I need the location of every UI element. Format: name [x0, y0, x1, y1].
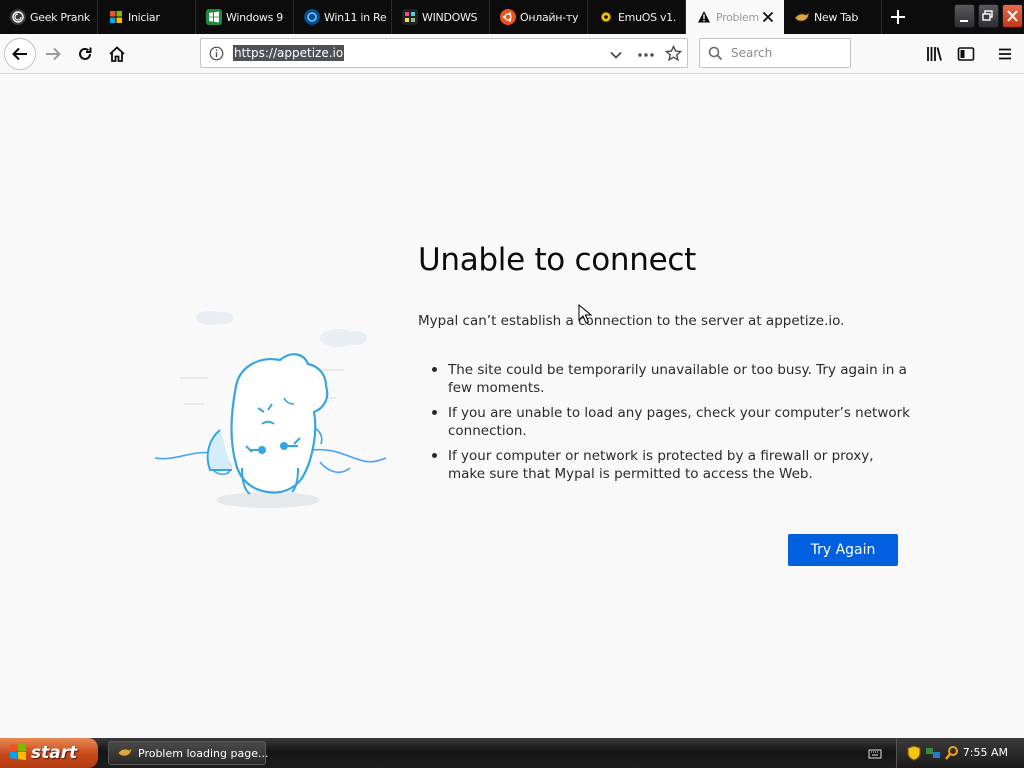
url-bar[interactable]: https://appetize.io	[200, 38, 688, 68]
bird-icon	[117, 744, 133, 763]
dark-grid-icon	[402, 9, 418, 25]
tab-label: Problem	[716, 10, 759, 24]
taskbar-window-button[interactable]: Problem loading page...	[108, 741, 269, 765]
taskbar-window-label: Problem loading page...	[138, 746, 269, 760]
search-placeholder: Search	[731, 46, 773, 60]
tab-iniciar[interactable]: Iniciar	[98, 0, 196, 34]
tab-problem-active[interactable]: Problem	[686, 0, 784, 34]
tab-label: EmuOS v1.	[618, 10, 677, 24]
sidebar-toggle-button[interactable]	[950, 38, 982, 70]
minimize-button[interactable]	[954, 4, 975, 28]
spiral-globe-icon	[10, 9, 26, 25]
reload-button[interactable]	[69, 38, 101, 70]
suggestion-text: If you are unable to load any pages, che…	[448, 405, 910, 439]
tab-label: Iniciar	[128, 10, 160, 24]
tab-label: New Tab	[814, 10, 859, 24]
tab-label: Win11 in Re	[324, 10, 387, 24]
close-tab-icon[interactable]	[760, 9, 776, 25]
error-description: Mypal can’t establish a connection to th…	[418, 313, 845, 329]
error-title: Unable to connect	[418, 242, 697, 278]
error-suggestions-list: The site could be temporarily unavailabl…	[432, 361, 910, 490]
system-tray: 7:55 AM	[896, 738, 1024, 768]
chevron-down-icon[interactable]	[609, 47, 623, 66]
page-actions-menu-icon[interactable]	[637, 47, 655, 66]
tab-win11[interactable]: Win11 in Re	[294, 0, 392, 34]
magnifier-icon[interactable]	[944, 745, 960, 765]
tab-online[interactable]: Онлайн-ту	[490, 0, 588, 34]
search-field[interactable]: Search	[699, 38, 851, 68]
bookmark-star-icon[interactable]	[664, 44, 683, 66]
bird-icon	[794, 9, 810, 25]
tab-strip: Geek Prank Iniciar Windows 9 Win11 in Re…	[0, 0, 1024, 34]
windows-logo-icon	[9, 742, 27, 764]
hamburger-menu-button[interactable]	[989, 38, 1021, 70]
tab-label: Онлайн-ту	[520, 10, 579, 24]
list-item: The site could be temporarily unavailabl…	[432, 361, 910, 397]
network-icon[interactable]	[925, 745, 941, 765]
try-again-button[interactable]: Try Again	[788, 534, 898, 566]
start-button[interactable]: start	[0, 738, 98, 768]
start-label: start	[31, 743, 78, 763]
suggestion-text: The site could be temporarily unavailabl…	[448, 362, 907, 396]
tab-emuos[interactable]: EmuOS v1.	[588, 0, 686, 34]
new-tab-button[interactable]	[884, 4, 912, 30]
blue-circle-icon	[304, 9, 320, 25]
green-windows-icon	[206, 9, 222, 25]
suggestion-text: If your computer or network is protected…	[448, 448, 874, 482]
restore-button[interactable]	[978, 4, 999, 28]
navigation-toolbar: https://appetize.io Search	[0, 34, 1024, 74]
url-text[interactable]: https://appetize.io	[233, 45, 345, 61]
back-button[interactable]	[4, 38, 36, 70]
keyboard-icon[interactable]	[868, 746, 882, 760]
tab-label: Geek Prank	[30, 10, 90, 24]
windows-flag-icon	[108, 9, 124, 25]
tab-new-tab[interactable]: New Tab	[784, 0, 882, 34]
window-close-button[interactable]	[1002, 4, 1023, 28]
yellow-gear-icon	[598, 9, 614, 25]
disconnected-dinosaur-illustration	[150, 300, 390, 515]
search-icon	[708, 46, 723, 65]
tab-windows-9[interactable]: Windows 9	[196, 0, 294, 34]
info-icon[interactable]	[209, 46, 224, 65]
tab-geek-prank[interactable]: Geek Prank	[0, 0, 98, 34]
library-button[interactable]	[918, 38, 950, 70]
list-item: If you are unable to load any pages, che…	[432, 404, 910, 440]
warning-icon	[696, 9, 712, 25]
home-button[interactable]	[101, 38, 133, 70]
tab-label: Windows 9	[226, 10, 283, 24]
tab-label: WINDOWS	[422, 10, 478, 24]
tab-windows[interactable]: WINDOWS	[392, 0, 490, 34]
shield-icon[interactable]	[907, 745, 921, 765]
mouse-pointer-icon	[578, 303, 593, 324]
windows-taskbar: start Problem loading page... 7:55 AM	[0, 738, 1024, 768]
forward-button[interactable]	[37, 38, 69, 70]
list-item: If your computer or network is protected…	[432, 447, 910, 483]
ubuntu-icon	[500, 9, 516, 25]
clock: 7:55 AM	[962, 746, 1008, 759]
